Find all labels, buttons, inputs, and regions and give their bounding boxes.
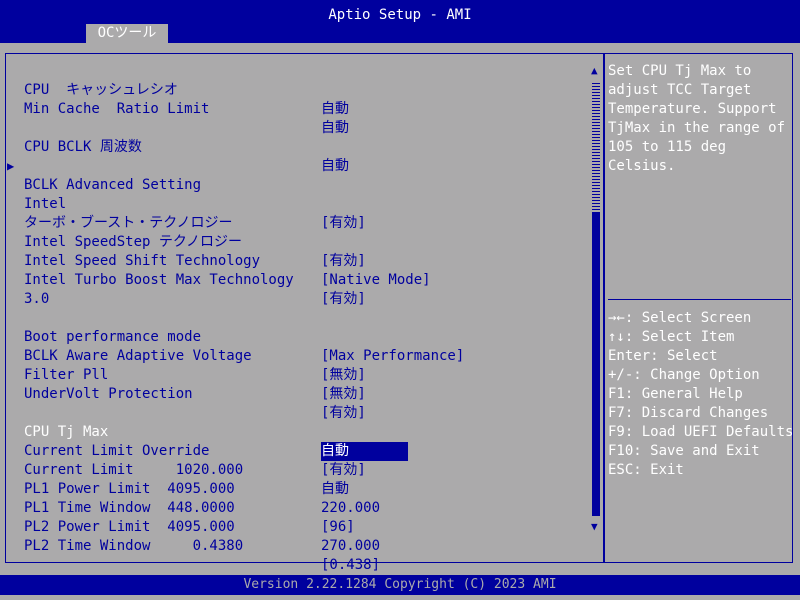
setting-row-boot-performance-mode[interactable]: Boot performance mode [Max Performance] xyxy=(0,309,464,364)
setting-label: PL1 Power Limit 4095.000 xyxy=(24,481,235,497)
setting-row-intel-turbo-boost[interactable]: Intel [有効] xyxy=(0,176,366,231)
key-help-change-option: +/-: Change Option xyxy=(608,367,760,383)
setting-label: Current Limit 1020.000 xyxy=(24,462,244,478)
title-bar: Aptio Setup - AMI OCツール xyxy=(0,0,800,43)
key-help-discard-changes: F7: Discard Changes xyxy=(608,405,769,421)
setting-label: Intel Speed Shift Technology xyxy=(24,253,261,269)
setting-row-pl1-power-limit[interactable]: PL1 Power Limit 4095.000 220.000 xyxy=(0,461,380,516)
setting-value[interactable]: 自動 xyxy=(321,100,349,119)
help-separator xyxy=(608,299,791,300)
scroll-up-icon[interactable]: ▲ xyxy=(591,64,598,78)
setting-label: PL2 Power Limit 4095.000 xyxy=(24,519,235,535)
setting-value[interactable]: 自動 xyxy=(321,157,349,176)
setting-row-undervolt-protection[interactable]: UnderVolt Protection [有効] xyxy=(0,366,366,421)
setting-label: Intel Turbo Boost Max Technology xyxy=(24,272,294,288)
setting-value[interactable]: [無効] xyxy=(321,366,366,385)
bios-screen: Aptio Setup - AMI OCツール CPU キャッシュレシオ 自動 … xyxy=(0,0,800,600)
setting-row-filter-pll[interactable]: Filter Pll [無効] xyxy=(0,347,366,402)
submenu-bclk-advanced-setting[interactable]: ▶ BCLK Advanced Setting xyxy=(0,138,201,193)
version-footer: Version 2.22.1284 Copyright (C) 2023 AMI xyxy=(0,575,800,595)
setting-value[interactable]: [0.438] xyxy=(321,556,380,575)
setting-label: ターボ・ブースト・テクノロジー xyxy=(24,215,233,231)
setting-value[interactable]: [有効] xyxy=(321,214,366,233)
setting-row-turbo-boost-max-30-cont: 3.0 xyxy=(0,271,51,307)
window-title: Aptio Setup - AMI xyxy=(328,7,472,23)
help-text-line: Temperature. Support xyxy=(608,101,777,117)
setting-label: Intel SpeedStep テクノロジー xyxy=(24,234,243,250)
setting-value[interactable]: 自動 xyxy=(321,480,349,499)
setting-row-turbo-boost-max-30[interactable]: Intel Turbo Boost Max Technology [有効] xyxy=(0,252,366,307)
setting-value[interactable]: [Max Performance] xyxy=(321,347,464,366)
setting-row-cpu-cache-ratio[interactable]: CPU キャッシュレシオ 自動 xyxy=(0,62,349,117)
key-help-general-help: F1: General Help xyxy=(608,386,743,402)
setting-label: 3.0 xyxy=(24,291,50,307)
setting-label: Current Limit Override xyxy=(24,443,210,459)
setting-row-intel-turbo-boost-cont: ターボ・ブースト・テクノロジー xyxy=(0,195,232,231)
scrollbar-thumb[interactable] xyxy=(592,213,600,516)
setting-label: Min Cache Ratio Limit xyxy=(24,101,210,117)
scroll-down-icon[interactable]: ▼ xyxy=(591,520,598,534)
help-text-line: Set CPU Tj Max to xyxy=(608,63,752,79)
key-help-save-exit: F10: Save and Exit xyxy=(608,443,760,459)
setting-value-selected[interactable]: 自動 xyxy=(321,442,408,461)
setting-label: PL2 Time Window 0.4380 xyxy=(24,538,244,554)
setting-value[interactable]: 220.000 xyxy=(321,499,380,518)
setting-row-bclk-aware-adaptive-voltage[interactable]: BCLK Aware Adaptive Voltage [無効] xyxy=(0,328,366,383)
setting-row-pl1-time-window[interactable]: PL1 Time Window 448.0000 [96] xyxy=(0,480,355,535)
help-text-line: Celsius. xyxy=(608,158,676,174)
setting-row-current-limit[interactable]: Current Limit 1020.000 自動 xyxy=(0,442,349,497)
setting-value[interactable]: [有効] xyxy=(321,404,366,423)
setting-value[interactable]: [無効] xyxy=(321,385,366,404)
setting-row-min-cache-ratio-limit[interactable]: Min Cache Ratio Limit 自動 xyxy=(0,81,349,136)
setting-label: UnderVolt Protection xyxy=(24,386,193,402)
setting-row-cpu-tj-max-selected[interactable]: CPU Tj Max 自動 xyxy=(0,404,408,461)
setting-value[interactable]: 自動 xyxy=(321,119,349,138)
setting-value[interactable]: [有効] xyxy=(321,252,366,271)
setting-value[interactable]: [有効] xyxy=(321,461,366,480)
help-text-line: TjMax in the range of xyxy=(608,120,786,136)
setting-value[interactable]: 270.000 xyxy=(321,537,380,556)
help-text-line: 105 to 115 deg xyxy=(608,139,727,155)
setting-value[interactable]: [96] xyxy=(321,518,355,537)
setting-value[interactable]: [有効] xyxy=(321,290,366,309)
help-text-line: adjust TCC Target xyxy=(608,82,752,98)
setting-row-intel-speedstep[interactable]: Intel SpeedStep テクノロジー [有効] xyxy=(0,214,366,269)
key-help-select-item: ↑↓: Select Item xyxy=(608,329,735,345)
setting-row-cpu-bclk-frequency[interactable]: CPU BCLK 周波数 自動 xyxy=(0,119,349,174)
setting-label: BCLK Aware Adaptive Voltage xyxy=(24,348,252,364)
submenu-arrow-icon: ▶ xyxy=(7,159,15,173)
setting-row-pl2-time-window[interactable]: PL2 Time Window 0.4380 [0.438] xyxy=(0,518,380,573)
setting-label: PL1 Time Window 448.0000 xyxy=(24,500,235,516)
key-help-load-defaults: F9: Load UEFI Defaults xyxy=(608,424,794,440)
setting-row-current-limit-override[interactable]: Current Limit Override [有効] xyxy=(0,423,366,478)
key-help-select-screen: →←: Select Screen xyxy=(608,310,752,326)
panel-divider xyxy=(603,53,605,563)
setting-row-intel-speed-shift[interactable]: Intel Speed Shift Technology [Native Mod… xyxy=(0,233,431,288)
setting-value[interactable]: [Native Mode] xyxy=(321,271,431,290)
key-help-esc-exit: ESC: Exit xyxy=(608,462,684,478)
bottom-strip xyxy=(0,595,800,600)
tab-oc-tool[interactable]: OCツール xyxy=(86,24,168,43)
setting-row-pl2-power-limit[interactable]: PL2 Power Limit 4095.000 270.000 xyxy=(0,499,380,554)
key-help-enter: Enter: Select xyxy=(608,348,718,364)
